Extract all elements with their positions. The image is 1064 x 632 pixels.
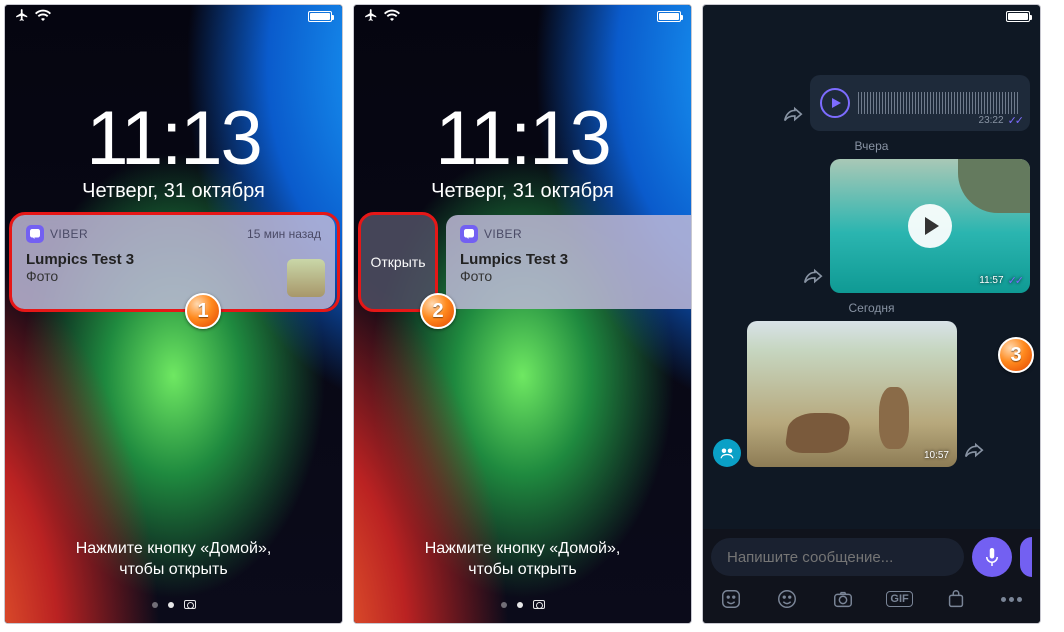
message-timestamp: 10:57 [924, 450, 949, 461]
read-receipt-icon: ✓✓ [1008, 114, 1022, 127]
voice-message-bubble[interactable]: 23:22 ✓✓ [810, 75, 1030, 131]
page-dot-active [168, 602, 174, 608]
notification-app-name: VIBER [50, 227, 88, 241]
lock-time: 11:13 [5, 95, 342, 182]
lock-date: Четверг, 31 октября [354, 180, 691, 203]
emoji-button[interactable] [773, 587, 801, 611]
page-dot-active [517, 602, 523, 608]
notification-app-name: VIBER [484, 227, 522, 241]
unlock-hint: Нажмите кнопку «Домой», чтобы открыть [5, 538, 342, 581]
day-separator-today: Сегодня [713, 301, 1030, 315]
message-timestamp: 23:22 [979, 115, 1004, 126]
attachment-toolbar: GIF [703, 583, 1040, 623]
voice-waveform [858, 92, 1020, 114]
battery-icon [308, 11, 332, 22]
chat-body[interactable]: 23:22 ✓✓ Вчера 11:57 ✓✓ Сегодня [703, 71, 1040, 531]
more-button[interactable] [998, 587, 1026, 611]
notification-subtitle: Фото [26, 268, 321, 284]
extra-action-button[interactable] [1020, 537, 1032, 577]
phone-panel-2: 11:13 Четверг, 31 октября Открыть VIBER … [353, 4, 692, 624]
shop-button[interactable] [942, 587, 970, 611]
notification-card[interactable]: VIBER 15 мин назад Lumpics Test 3 Фото [12, 215, 335, 309]
airplane-mode-icon [364, 8, 378, 25]
open-label: Открыть [371, 254, 426, 270]
step-badge-3: 3 [998, 337, 1034, 373]
lock-clock: 11:13 Четверг, 31 октября [5, 95, 342, 203]
notification-time: 15 мин назад [247, 227, 321, 241]
page-indicator[interactable] [5, 600, 342, 609]
lock-date: Четверг, 31 октября [5, 180, 342, 203]
voice-record-button[interactable] [972, 537, 1012, 577]
notification-title: Lumpics Test 3 [460, 251, 692, 268]
camera-button[interactable] [829, 587, 857, 611]
status-bar [354, 5, 691, 27]
video-message-bubble[interactable]: 11:57 ✓✓ [830, 159, 1030, 293]
battery-icon [657, 11, 681, 22]
forward-icon[interactable] [802, 266, 824, 293]
camera-shortcut-icon [184, 600, 196, 609]
page-dot [152, 602, 158, 608]
page-dot [501, 602, 507, 608]
sticker-button[interactable] [717, 587, 745, 611]
battery-icon [1006, 11, 1030, 22]
read-receipt-icon: ✓✓ [1008, 274, 1022, 287]
viber-app-icon [26, 225, 44, 243]
unlock-hint: Нажмите кнопку «Домой», чтобы открыть [354, 538, 691, 581]
viber-app-icon [460, 225, 478, 243]
notification-title: Lumpics Test 3 [26, 251, 321, 268]
phone-panel-1: 11:13 Четверг, 31 октября VIBER 15 мин н… [4, 4, 343, 624]
chat-input-bar: GIF [703, 529, 1040, 623]
day-separator-yesterday: Вчера [713, 139, 1030, 153]
step-badge-2: 2 [420, 293, 456, 329]
step-badge-1: 1 [185, 293, 221, 329]
play-button[interactable] [820, 88, 850, 118]
status-bar [5, 5, 342, 27]
sender-avatar[interactable] [713, 439, 741, 467]
camera-shortcut-icon [533, 600, 545, 609]
message-row-video: 11:57 ✓✓ [713, 159, 1030, 293]
phone-panel-3: 11:17 2 Lumpics Test 3 [702, 4, 1041, 624]
forward-icon[interactable] [963, 440, 985, 467]
message-row-voice: 23:22 ✓✓ [713, 75, 1030, 131]
message-row-photo: 10:57 [713, 321, 1030, 467]
notification-card[interactable]: VIBER 16 мин Lumpics Test 3 Фото [446, 215, 692, 309]
gif-button[interactable]: GIF [886, 587, 914, 611]
airplane-mode-icon [15, 8, 29, 25]
forward-icon[interactable] [782, 104, 804, 131]
page-indicator[interactable] [354, 600, 691, 609]
play-overlay[interactable] [830, 159, 1030, 293]
lock-clock: 11:13 Четверг, 31 октября [354, 95, 691, 203]
message-input[interactable] [711, 538, 964, 576]
wifi-icon [35, 9, 51, 24]
lock-time: 11:13 [354, 95, 691, 182]
wifi-icon [384, 9, 400, 24]
notification-subtitle: Фото [460, 268, 692, 284]
notification-thumbnail [287, 259, 325, 297]
message-timestamp: 11:57 [979, 275, 1003, 286]
photo-message-bubble[interactable]: 10:57 [747, 321, 957, 467]
